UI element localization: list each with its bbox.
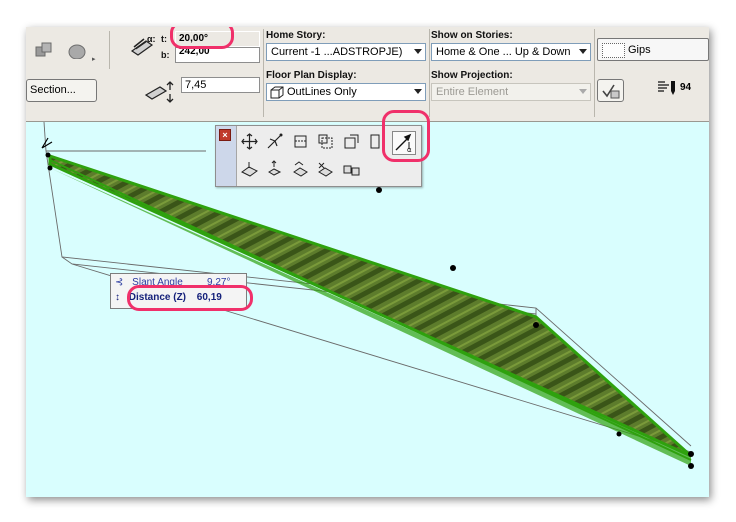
top-angle-prefix: t: [161, 34, 167, 44]
checkmark-icon [602, 84, 620, 99]
distance-arrow-icon: ↕ [115, 292, 120, 303]
chevron-down-icon [414, 89, 422, 94]
archicad-window: ▸ Section... α: t: 20,00° b: 242,00 7,45 [26, 27, 709, 497]
material-button[interactable]: Gips [597, 38, 709, 61]
section-button[interactable]: Section... [26, 79, 97, 102]
floor-plan-display-value: OutLines Only [287, 86, 357, 98]
section-button-label: Section... [30, 84, 76, 96]
pen-icon[interactable] [656, 79, 680, 97]
material-label: Gips [628, 44, 651, 56]
chevron-down-icon [579, 49, 587, 54]
highlight-distance [127, 285, 253, 311]
rotate-icon[interactable] [342, 132, 361, 151]
elevate-icon[interactable] [240, 160, 259, 179]
stretch-height-icon[interactable] [265, 160, 284, 179]
home-story-label: Home Story: [266, 30, 326, 41]
alpha-label: α: [147, 34, 156, 44]
show-on-stories-value: Home & One ... Up & Down [436, 46, 571, 58]
expand-arrow-icon[interactable]: ▸ [92, 55, 96, 63]
offset-all-icon[interactable] [316, 132, 335, 151]
outline-cube-icon [270, 86, 284, 99]
info-box: ▸ Section... α: t: 20,00° b: 242,00 7,45 [26, 27, 709, 122]
move-icon[interactable] [240, 132, 259, 151]
material-swatch-icon [602, 43, 625, 58]
cursor-icon [41, 137, 53, 149]
slant-angle-icon: ⊰ [115, 277, 124, 288]
multiply-icon[interactable] [316, 160, 335, 179]
dome-icon[interactable] [66, 41, 88, 59]
separator [594, 29, 595, 117]
surface-check-button[interactable] [597, 79, 624, 102]
show-projection-value: Entire Element [436, 86, 509, 98]
close-icon[interactable]: × [219, 129, 231, 141]
pet-palette: × α [215, 110, 430, 187]
floor-plan-display-select[interactable]: OutLines Only [266, 83, 426, 101]
drag-vertex-icon[interactable] [265, 132, 284, 151]
show-on-stories-label: Show on Stories: [431, 30, 513, 41]
pen-number: 94 [680, 82, 692, 93]
show-projection-label: Show Projection: [431, 70, 513, 81]
home-story-value: Current -1 ...ADSTROPJE) [271, 46, 403, 58]
slab-height-icon [144, 81, 174, 103]
highlight-angle [170, 27, 234, 49]
floor-plan-display-label: Floor Plan Display: [266, 70, 357, 81]
palette-grip[interactable]: × [216, 126, 237, 186]
chevron-down-icon [414, 49, 422, 54]
home-story-select[interactable]: Current -1 ...ADSTROPJE) [266, 43, 426, 61]
bottom-angle-input[interactable]: 242,00 [175, 46, 260, 63]
bottom-angle-prefix: b: [161, 50, 170, 60]
highlight-slant-tool [382, 110, 430, 162]
slab [48, 153, 693, 466]
separator [109, 31, 110, 69]
separator [429, 29, 430, 117]
mirror-icon[interactable] [342, 160, 361, 179]
height-input[interactable]: 7,45 [181, 77, 260, 93]
height-value: 7,45 [185, 79, 207, 91]
offset-icon[interactable] [291, 132, 310, 151]
chevron-down-icon [579, 89, 587, 94]
show-on-stories-select[interactable]: Home & One ... Up & Down [431, 43, 591, 61]
show-projection-select[interactable]: Entire Element [431, 83, 591, 101]
drag-copy-icon[interactable] [291, 160, 310, 179]
separator [263, 29, 264, 117]
cube-icon[interactable] [34, 41, 54, 59]
